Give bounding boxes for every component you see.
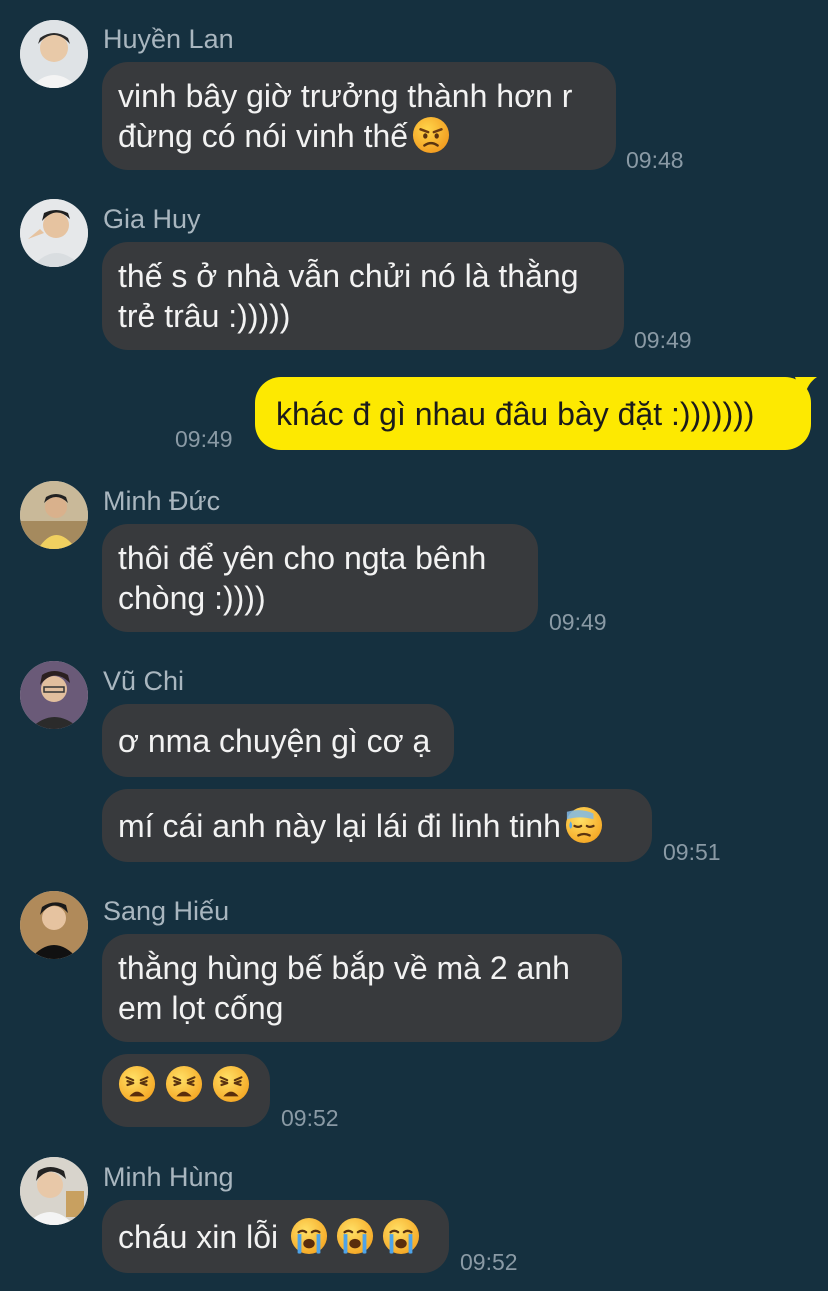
- message-text: đừng có nói vinh thế: [118, 118, 409, 154]
- message-time: 09:52: [460, 1249, 518, 1275]
- message-time: 09:52: [281, 1105, 339, 1131]
- message-text: trẻ trâu :))))): [118, 298, 291, 334]
- message-text: cháu xin lỗi: [118, 1218, 279, 1255]
- message-bubble[interactable]: thế s ở nhà vẫn chửi nó là thằng trẻ trâ…: [102, 242, 624, 350]
- weary-face-icon: [118, 1065, 156, 1103]
- weary-face-icon: [165, 1065, 203, 1103]
- message-time: 09:51: [663, 839, 721, 865]
- message-time: 09:48: [626, 147, 684, 173]
- avatar[interactable]: [20, 199, 88, 267]
- message-bubble[interactable]: mí cái anh này lại lái đi linh tinh: [102, 789, 652, 862]
- angry-face-icon: [412, 116, 450, 154]
- avatar[interactable]: [20, 1157, 88, 1225]
- message-time: 09:49: [634, 327, 692, 353]
- message-bubble[interactable]: vinh bây giờ trưởng thành hơn r đừng có …: [102, 62, 616, 170]
- avatar[interactable]: [20, 891, 88, 959]
- message-bubble[interactable]: cháu xin lỗi: [102, 1200, 449, 1273]
- sender-name: Huyền Lan: [103, 24, 234, 54]
- message-text: khác đ gì nhau đâu bày đặt :))))))): [276, 395, 755, 432]
- bubble-tail: [795, 377, 817, 401]
- sender-name: Minh Hùng: [103, 1162, 234, 1192]
- avatar[interactable]: [20, 481, 88, 549]
- avatar[interactable]: [20, 661, 88, 729]
- message-time: 09:49: [549, 609, 607, 635]
- message-text: thế s ở nhà vẫn chửi nó là thằng: [118, 258, 579, 294]
- message-bubble[interactable]: ơ nma chuyện gì cơ ạ: [102, 704, 454, 777]
- message-text: em lọt cống: [118, 990, 284, 1026]
- loudly-crying-face-icon: [382, 1217, 420, 1255]
- message-text: mí cái anh này lại lái đi linh tinh: [118, 807, 561, 844]
- message-bubble[interactable]: thôi để yên cho ngta bênh chòng :)))): [102, 524, 538, 632]
- weary-face-icon: [212, 1065, 250, 1103]
- message-text: thằng hùng bế bắp về mà 2 anh: [118, 950, 570, 986]
- sender-name: Vũ Chi: [103, 666, 185, 696]
- message-bubble[interactable]: thằng hùng bế bắp về mà 2 anh em lọt cốn…: [102, 934, 622, 1042]
- loudly-crying-face-icon: [290, 1217, 328, 1255]
- message-text: thôi để yên cho ngta bênh: [118, 540, 487, 576]
- message-text: chòng :)))): [118, 580, 266, 616]
- sender-name: Gia Huy: [103, 204, 201, 234]
- message-text: ơ nma chuyện gì cơ ạ: [118, 722, 431, 759]
- loudly-crying-face-icon: [336, 1217, 374, 1255]
- sender-name: Minh Đức: [103, 486, 221, 516]
- message-time: 09:49: [175, 426, 233, 452]
- avatar[interactable]: [20, 20, 88, 88]
- message-text: vinh bây giờ trưởng thành hơn r: [118, 78, 573, 114]
- downcast-face-with-sweat-icon: [565, 806, 603, 844]
- own-message-bubble[interactable]: khác đ gì nhau đâu bày đặt :))))))): [255, 377, 811, 450]
- sender-name: Sang Hiếu: [103, 896, 230, 926]
- message-bubble[interactable]: [102, 1054, 270, 1127]
